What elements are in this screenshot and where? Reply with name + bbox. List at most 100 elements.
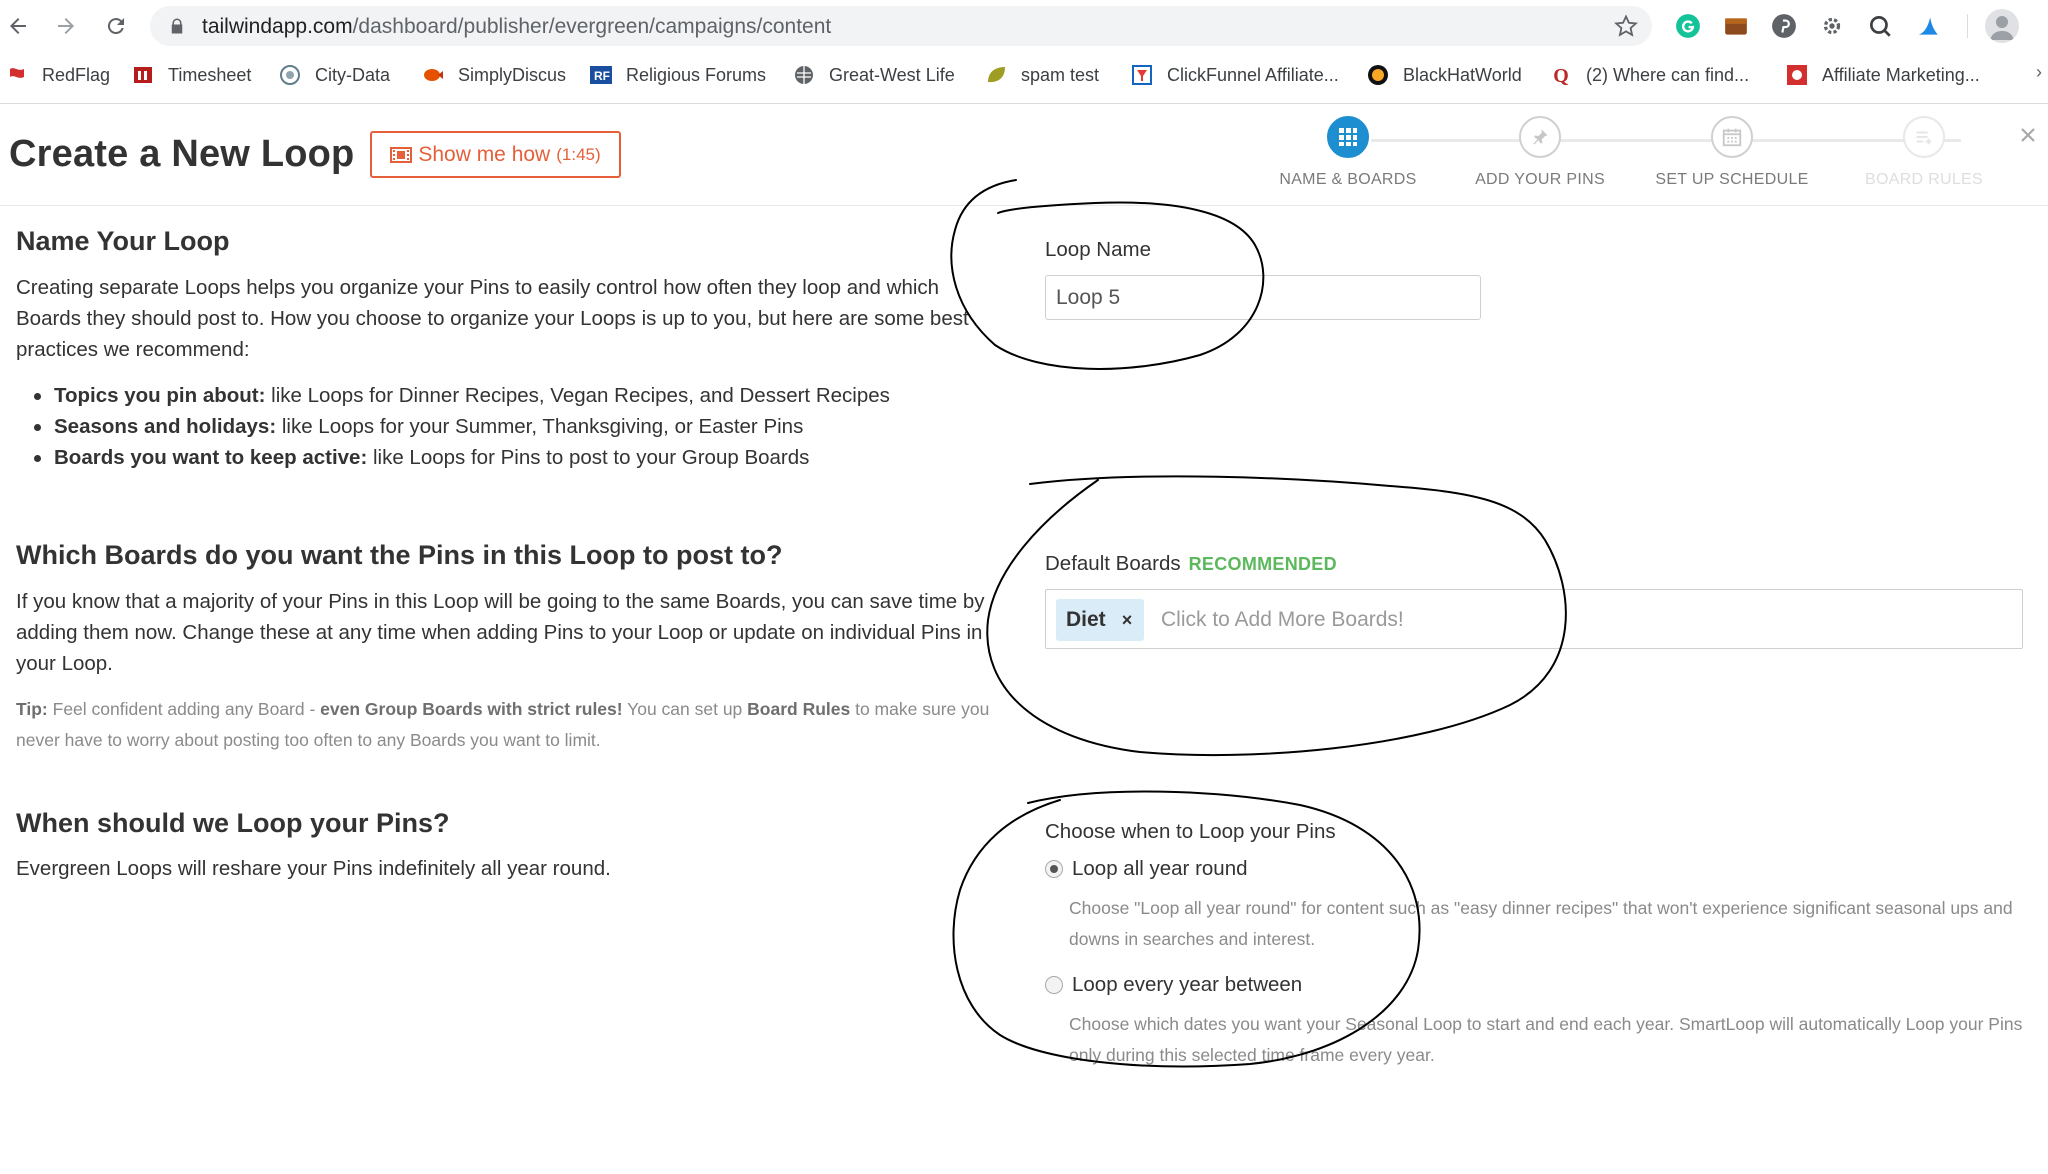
step-board-rules: BOARD RULES (1834, 116, 2014, 189)
reload-icon (107, 18, 124, 35)
default-boards-input[interactable]: Diet × Click to Add More Boards! (1045, 589, 2023, 649)
quora-icon: Q (1550, 64, 1572, 86)
bookmark-label: Religious Forums (626, 64, 767, 85)
list-item: Boards you want to keep active: like Loo… (32, 442, 992, 473)
default-boards-label: Default Boards RECOMMENDED (1045, 552, 1337, 576)
step-label: ADD YOUR PINS (1475, 171, 1605, 188)
gear-puzzle-icon[interactable] (1818, 12, 1846, 40)
step-add-pins[interactable]: ADD YOUR PINS (1450, 116, 1630, 189)
reload-button[interactable] (98, 8, 134, 44)
radio-button[interactable] (1045, 976, 1063, 994)
pin-icon (1519, 116, 1561, 158)
boards-placeholder: Click to Add More Boards! (1161, 608, 1404, 631)
blue-wave-icon[interactable] (1914, 12, 1942, 40)
toolbar-separator (1967, 14, 1968, 38)
bookmark-blackhatworld[interactable]: BlackHatWorld (1367, 62, 1522, 88)
profile-avatar[interactable] (1985, 9, 2019, 43)
bookmark-label: spam test (1021, 64, 1100, 85)
tip-emphasis: even Group Boards with strict rules! (320, 699, 623, 719)
bullet-text: like Loops for Pins to post to your Grou… (367, 446, 810, 469)
boards-intro: If you know that a majority of your Pins… (16, 590, 985, 675)
bookmark-great-west-life[interactable]: Great-West Life (793, 62, 955, 88)
bookmark-label: City-Data (315, 64, 391, 85)
step-set-up-schedule[interactable]: SET UP SCHEDULE (1642, 116, 1822, 189)
bookmark-affiliate-marketing[interactable]: Affiliate Marketing... (1786, 62, 1980, 88)
name-loop-heading: Name Your Loop (16, 226, 230, 256)
leaf-icon (985, 64, 1007, 86)
boards-heading: Which Boards do you want the Pins in thi… (16, 540, 783, 570)
url-host: tailwindapp.com (202, 15, 353, 38)
bookmark-label: Great-West Life (829, 64, 955, 85)
bullet-title: Topics you pin about: (54, 384, 266, 407)
step-label: NAME & BOARDS (1279, 171, 1417, 188)
film-icon (390, 146, 413, 163)
svg-text:Q: Q (1553, 65, 1569, 86)
radio-help-text: Choose which dates you want your Seasona… (1069, 1014, 2023, 1065)
bookmark-label: ClickFunnel Affiliate... (1167, 64, 1339, 85)
back-button[interactable] (0, 8, 36, 44)
bullet-text: like Loops for your Summer, Thanksgiving… (276, 415, 804, 438)
grid-icon (1327, 116, 1369, 158)
bookmark-label: Affiliate Marketing... (1822, 64, 1980, 85)
show-me-how-duration: (1:45) (556, 144, 601, 164)
timesheet-icon (132, 64, 154, 86)
name-loop-intro: Creating separate Loops helps you organi… (16, 276, 969, 361)
bookmark-label: SimplyDiscus (458, 64, 567, 85)
tip-text: Feel confident adding any Board - (47, 699, 321, 719)
radio-loop-all-year[interactable]: Loop all year round (1045, 857, 1248, 881)
back-arrow-icon (10, 18, 26, 34)
default-boards-label-text: Default Boards (1045, 552, 1181, 575)
loop-name-input[interactable] (1045, 275, 1481, 320)
forward-button[interactable] (48, 8, 84, 44)
app-header: Create a New Loop Show me how (1:45) NAM… (0, 104, 2048, 206)
tip-prefix: Tip: (16, 699, 48, 719)
radio-help-text: Choose "Loop all year round" for content… (1069, 898, 2013, 949)
pinterest-icon[interactable] (1770, 12, 1798, 40)
bookmark-timesheet[interactable]: Timesheet (132, 62, 251, 88)
bookmark-religious-forums[interactable]: RF Religious Forums (590, 62, 766, 88)
bullet-title: Boards you want to keep active: (54, 446, 368, 469)
radio-button-selected[interactable] (1045, 860, 1063, 878)
bookmark-redflag[interactable]: RedFlag (6, 62, 110, 88)
globe-icon (793, 64, 815, 86)
board-chip-label: Diet (1066, 608, 1106, 631)
radio-label: Loop every year between (1072, 973, 1303, 996)
close-icon[interactable] (2017, 124, 2039, 146)
grammarly-icon[interactable] (1674, 12, 1702, 40)
wizard-steps: NAME & BOARDS ADD YOUR PINS SET UP SCHED… (1258, 104, 1983, 206)
board-chip: Diet × (1056, 599, 1145, 641)
browser-chrome: tailwindapp.com/dashboard/publisher/ever… (0, 0, 2048, 104)
bookmark-label: (2) Where can find... (1586, 64, 1750, 85)
bookmarks-bar: RedFlag Timesheet City-Data SimplyDiscus… (0, 56, 2048, 92)
loop-name-label: Loop Name (1045, 238, 1151, 261)
bullet-text: like Loops for Dinner Recipes, Vegan Rec… (265, 384, 890, 407)
schedule-heading: When should we Loop your Pins? (16, 808, 450, 838)
bookmarks-overflow-chevron-icon[interactable]: › (2036, 62, 2042, 83)
url-text: tailwindapp.com/dashboard/publisher/ever… (202, 15, 831, 39)
bookmark-label: BlackHatWorld (1403, 64, 1522, 85)
bookmark-city-data[interactable]: City-Data (279, 62, 390, 88)
best-practices-list: Topics you pin about: like Loops for Din… (32, 380, 992, 473)
bookmark-star-icon[interactable] (1614, 14, 1638, 38)
bookmark-label: Timesheet (168, 64, 252, 85)
bookmark-simplydiscus[interactable]: SimplyDiscus (422, 62, 566, 88)
remove-board-icon[interactable]: × (1122, 610, 1133, 631)
list-item: Topics you pin about: like Loops for Din… (32, 380, 992, 411)
show-me-how-label: Show me how (418, 142, 551, 166)
show-me-how-button[interactable]: Show me how (1:45) (370, 131, 621, 178)
bullet-title: Seasons and holidays: (54, 415, 277, 438)
brown-box-icon[interactable] (1722, 12, 1750, 40)
bookmark-clickfunnel[interactable]: ClickFunnel Affiliate... (1131, 62, 1339, 88)
recommended-badge: RECOMMENDED (1188, 554, 1337, 574)
address-bar[interactable]: tailwindapp.com/dashboard/publisher/ever… (150, 6, 1652, 46)
radio-loop-every-year-between[interactable]: Loop every year between (1045, 973, 1302, 997)
bookmark-spam-test[interactable]: spam test (985, 62, 1099, 88)
search-q-icon[interactable] (1866, 12, 1894, 40)
page-title: Create a New Loop (9, 133, 355, 175)
bookmark-label: RedFlag (42, 64, 111, 85)
step-name-boards[interactable]: NAME & BOARDS (1258, 116, 1438, 189)
svg-text:RF: RF (594, 69, 610, 83)
choose-loop-label: Choose when to Loop your Pins (1045, 820, 1336, 843)
bookmark-quora[interactable]: Q (2) Where can find... (1550, 62, 1749, 88)
list-item: Seasons and holidays: like Loops for you… (32, 411, 992, 442)
